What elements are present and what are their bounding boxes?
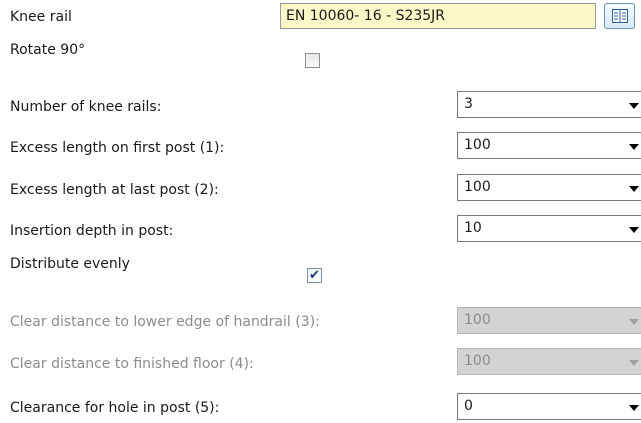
clear-distance-handrail-select: 100 (457, 307, 641, 334)
insertion-depth-select[interactable]: 10 (457, 215, 641, 242)
excess-length-last-post-label: Excess length at last post (2): (10, 182, 219, 198)
excess-length-last-post-value: 100 (464, 179, 491, 195)
rotate-90-label: Rotate 90° (10, 42, 86, 58)
clear-distance-floor-select: 100 (457, 348, 641, 375)
hole-clearance-select[interactable]: 0 (457, 393, 641, 420)
knee-rail-properties-panel: Knee rail EN 10060- 16 - S235JR Rotate 9… (0, 0, 641, 423)
knee-rail-profile-field[interactable]: EN 10060- 16 - S235JR (280, 3, 596, 29)
checkmark-icon: ✔ (309, 268, 320, 283)
chevron-down-icon (629, 360, 639, 366)
insertion-depth-value: 10 (464, 220, 482, 236)
excess-length-first-post-select[interactable]: 100 (457, 132, 641, 159)
hole-clearance-label: Clearance for hole in post (5): (10, 400, 220, 416)
knee-rail-label: Knee rail (10, 9, 72, 25)
chevron-down-icon[interactable] (629, 186, 639, 192)
chevron-down-icon[interactable] (629, 103, 639, 109)
excess-length-first-post-value: 100 (464, 137, 491, 153)
catalog-icon (612, 9, 628, 23)
rotate-90-checkbox[interactable] (305, 53, 320, 68)
clear-distance-handrail-label: Clear distance to lower edge of handrail… (10, 314, 320, 330)
distribute-evenly-label: Distribute evenly (10, 256, 130, 272)
clear-distance-handrail-value: 100 (464, 312, 491, 328)
excess-length-last-post-select[interactable]: 100 (457, 174, 641, 201)
clear-distance-floor-label: Clear distance to finished floor (4): (10, 356, 254, 372)
chevron-down-icon[interactable] (629, 227, 639, 233)
clear-distance-floor-value: 100 (464, 353, 491, 369)
distribute-evenly-checkbox[interactable]: ✔ (307, 268, 322, 283)
chevron-down-icon (629, 319, 639, 325)
number-of-knee-rails-value: 3 (464, 96, 473, 112)
chevron-down-icon[interactable] (629, 144, 639, 150)
hole-clearance-value: 0 (464, 398, 473, 414)
insertion-depth-label: Insertion depth in post: (10, 223, 174, 239)
chevron-down-icon[interactable] (629, 405, 639, 411)
catalog-button[interactable] (604, 3, 635, 29)
number-of-knee-rails-select[interactable]: 3 (457, 91, 641, 118)
excess-length-first-post-label: Excess length on first post (1): (10, 140, 225, 156)
number-of-knee-rails-label: Number of knee rails: (10, 99, 162, 115)
